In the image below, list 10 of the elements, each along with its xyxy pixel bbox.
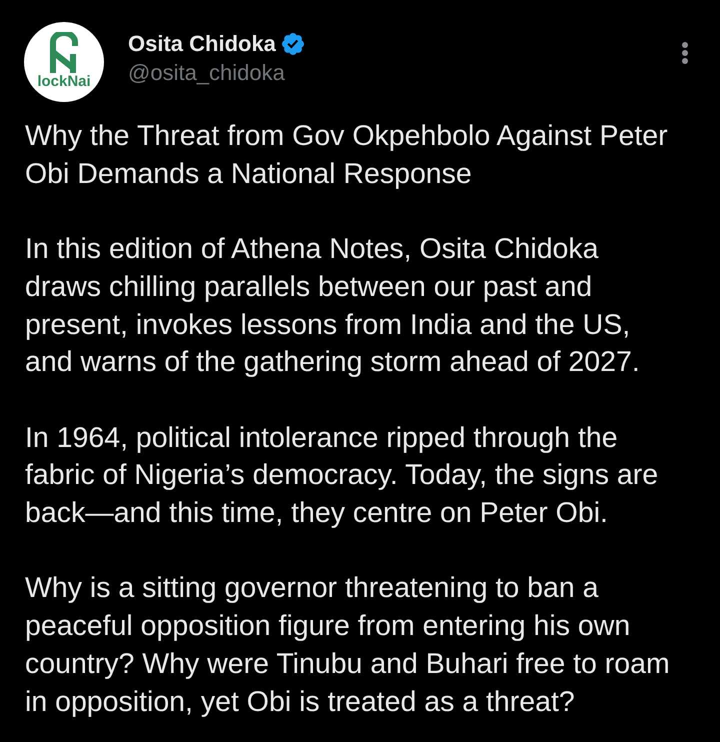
author-handle[interactable]: @osita_chidoka	[128, 59, 304, 87]
post-paragraph: In this edition of Athena Notes, Osita Chidoka draws chilling parallels between our past and present, invokes lessons from India and the US, and warns of the gathering storm ahead of 2027.	[25, 232, 641, 380]
padlock-logo-drawing	[49, 32, 79, 74]
post-paragraph: Why is a sitting governor threatening to ban a peaceful opposition figure from entering his own country? Why were Tinubu and Buhari free to roam in opposition, yet Obi is treated as a threat?	[25, 571, 671, 720]
post-paragraph: Why the Threat from Gov Okpehbolo Against Peter Obi Demands a National Response	[25, 119, 669, 192]
author-name[interactable]: Osita Chidoka	[128, 30, 276, 58]
logo-text: lockNai	[37, 74, 91, 90]
more-options-icon[interactable]	[680, 40, 690, 66]
avatar-logo[interactable]: lockNai	[24, 22, 104, 102]
post-paragraph: In 1964, political intolerance ripped through the fabric of Nigeria’s democracy. Today, the signs are back—and this time, they centre on Peter Obi.	[25, 420, 660, 531]
